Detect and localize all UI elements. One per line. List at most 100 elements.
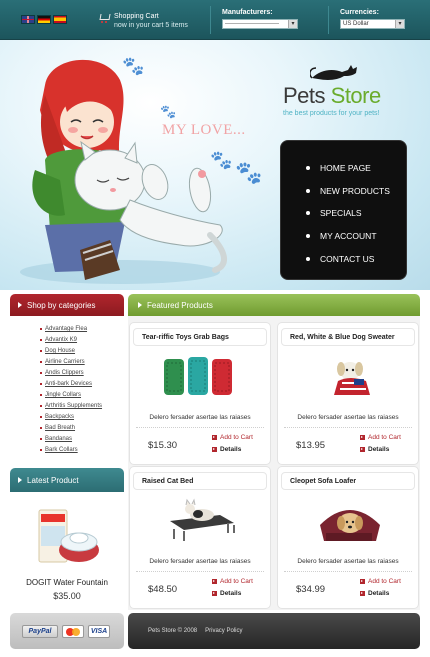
category-link[interactable]: Arthritis Supplements <box>40 401 124 412</box>
language-flags <box>21 15 67 24</box>
manufacturers-select[interactable]: --------------------------- ▾ <box>222 19 298 29</box>
cart-icon <box>100 12 109 24</box>
details-label: Details <box>220 590 242 597</box>
product-image[interactable] <box>298 351 400 403</box>
nav-label: CONTACT US <box>320 253 375 264</box>
category-link[interactable]: Airline Carriers <box>40 357 124 368</box>
arrow-right-icon <box>212 435 217 440</box>
visa-icon: VISA <box>88 624 110 638</box>
shopping-cart[interactable]: Shopping Cart now in your cart 5 items <box>100 12 188 30</box>
flag-english-icon[interactable] <box>21 15 35 24</box>
product-description: Delero fersader asertae las raiases <box>297 414 399 421</box>
details-button[interactable]: Details <box>360 590 389 597</box>
top-bar: Shopping Cart now in your cart 5 items M… <box>0 0 430 40</box>
currencies-select[interactable]: US Dollar ▾ <box>340 19 405 29</box>
bullet-icon <box>306 166 310 171</box>
divider <box>210 6 211 34</box>
category-link[interactable]: Dog House <box>40 346 124 357</box>
details-button[interactable]: Details <box>212 590 241 597</box>
manufacturers-label: Manufacturers: <box>222 9 273 16</box>
add-to-cart-button[interactable]: Add to Cart <box>360 578 401 585</box>
category-link[interactable]: Anti-bark Devices <box>40 379 124 390</box>
nav-new-products[interactable]: NEW PRODUCTS <box>281 180 406 203</box>
cat-silhouette-icon <box>310 65 357 80</box>
product-description: Delero fersader asertae las raiases <box>149 414 251 421</box>
category-link[interactable]: Jingle Collars <box>40 390 124 401</box>
details-button[interactable]: Details <box>212 446 241 453</box>
product-card: Cleopet Sofa Loafer Delero fersader aser… <box>277 466 419 609</box>
arrow-right-icon <box>360 579 365 584</box>
chevron-down-icon: ▾ <box>395 20 404 28</box>
nav-label: NEW PRODUCTS <box>320 185 390 196</box>
product-image[interactable] <box>298 495 400 547</box>
latest-product-header: Latest Product <box>10 468 124 492</box>
product-name[interactable]: Raised Cat Bed <box>133 472 267 490</box>
latest-product-name[interactable]: DOGIT Water Fountain <box>10 578 124 587</box>
arrow-right-icon <box>360 447 365 452</box>
details-label: Details <box>368 590 390 597</box>
featured-products: Tear-riffic Toys Grab Bags Delero fersad… <box>128 316 420 610</box>
nav-home[interactable]: HOME PAGE <box>281 157 406 180</box>
category-link[interactable]: Advantage Flea <box>40 324 124 335</box>
manufacturers-value: --------------------------- <box>225 21 279 27</box>
product-image[interactable] <box>150 351 252 403</box>
category-link[interactable]: Bark Collars <box>40 445 124 456</box>
arrow-right-icon <box>212 579 217 584</box>
bullet-icon <box>306 188 310 193</box>
add-to-cart-button[interactable]: Add to Cart <box>212 434 253 441</box>
categories-header: Shop by categories <box>10 294 124 316</box>
featured-header: Featured Products <box>128 294 420 316</box>
product-card: Red, White & Blue Dog Sweater Delero fer… <box>277 322 419 465</box>
currencies-block: Currencies: US Dollar ▾ <box>340 9 405 29</box>
nav-specials[interactable]: SPECIALS <box>281 202 406 225</box>
product-description: Delero fersader asertae las raiases <box>149 558 251 565</box>
chevron-down-icon: ▾ <box>288 20 297 28</box>
product-price: $48.50 <box>148 584 178 595</box>
manufacturers-block: Manufacturers: -------------------------… <box>222 9 298 29</box>
paypal-icon: PayPal <box>22 624 58 638</box>
currencies-value: US Dollar <box>343 21 369 27</box>
category-link[interactable]: Bandanas <box>40 434 124 445</box>
footer: Pets Store © 2008 Privacy Policy <box>128 613 420 649</box>
arrow-right-icon <box>18 302 22 308</box>
product-name[interactable]: Tear-riffic Toys Grab Bags <box>133 328 267 346</box>
details-button[interactable]: Details <box>360 446 389 453</box>
product-name[interactable]: Red, White & Blue Dog Sweater <box>281 328 415 346</box>
category-link[interactable]: Andis Clippers <box>40 368 124 379</box>
arrow-right-icon <box>212 447 217 452</box>
product-name[interactable]: Cleopet Sofa Loafer <box>281 472 415 490</box>
featured-title: Featured Products <box>147 300 213 310</box>
divider <box>284 571 412 572</box>
latest-product-title: Latest Product <box>27 475 79 485</box>
nav-label: MY ACCOUNT <box>320 231 377 242</box>
latest-product: DOGIT Water Fountain $35.00 <box>10 492 124 608</box>
brand-logo[interactable]: Pets Store the best products for your pe… <box>283 83 381 117</box>
mastercard-icon <box>62 624 84 638</box>
product-card: Tear-riffic Toys Grab Bags Delero fersad… <box>129 322 271 465</box>
latest-product-image[interactable] <box>35 504 101 570</box>
add-to-cart-button[interactable]: Add to Cart <box>212 578 253 585</box>
divider <box>284 427 412 428</box>
arrow-right-icon <box>138 302 142 308</box>
cart-title[interactable]: Shopping Cart <box>114 12 188 21</box>
nav-contact-us[interactable]: CONTACT US <box>281 247 406 270</box>
brand-title: Pets Store <box>283 83 381 109</box>
add-to-cart-label: Add to Cart <box>368 578 401 585</box>
product-image[interactable] <box>150 495 252 547</box>
add-to-cart-button[interactable]: Add to Cart <box>360 434 401 441</box>
arrow-right-icon <box>18 477 22 483</box>
main-navigation: HOME PAGE NEW PRODUCTS SPECIALS MY ACCOU… <box>280 140 407 280</box>
flag-spanish-icon[interactable] <box>53 15 67 24</box>
bullet-icon <box>306 211 310 216</box>
flag-german-icon[interactable] <box>37 15 51 24</box>
bullet-icon <box>306 234 310 239</box>
category-link[interactable]: Backpacks <box>40 412 124 423</box>
category-link[interactable]: Advantix K9 <box>40 335 124 346</box>
arrow-right-icon <box>212 591 217 596</box>
nav-my-account[interactable]: MY ACCOUNT <box>281 225 406 248</box>
add-to-cart-label: Add to Cart <box>368 434 401 441</box>
category-link[interactable]: Bad Breath <box>40 423 124 434</box>
girl-with-cat-illustration <box>20 59 227 284</box>
product-description: Delero fersader asertae las raiases <box>297 558 399 565</box>
privacy-policy-link[interactable]: Privacy Policy <box>205 628 242 634</box>
